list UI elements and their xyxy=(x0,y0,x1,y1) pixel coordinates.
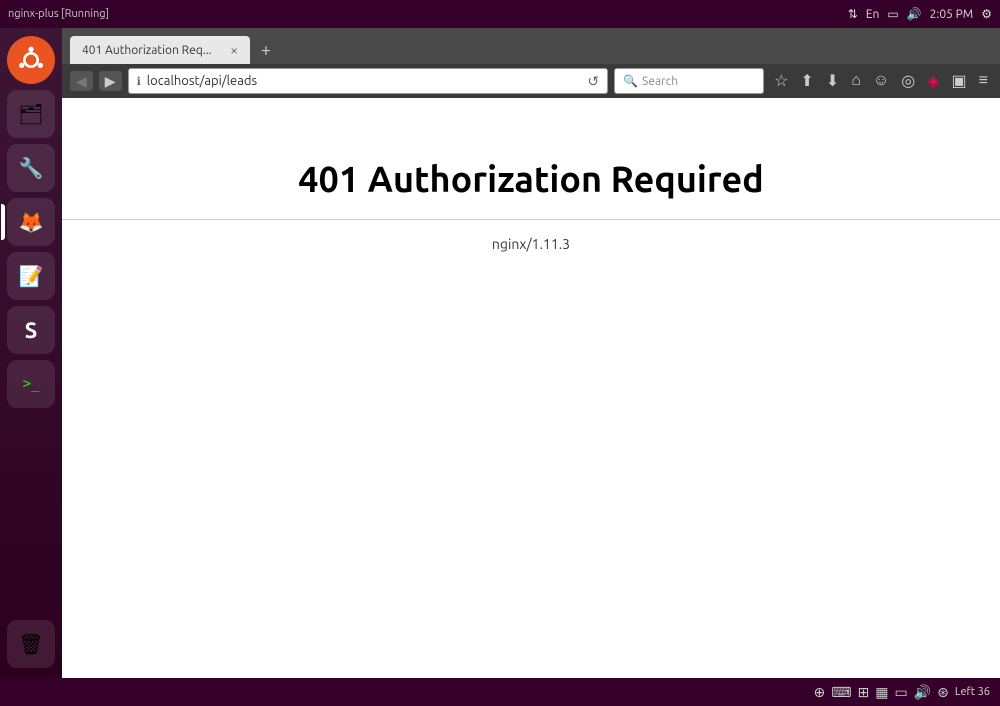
system-tray: ⇅ En ▭ 🔊 2:05 PM ⚙ xyxy=(848,7,992,21)
clock: 2:05 PM xyxy=(930,8,974,21)
trash-icon: 🗑 xyxy=(18,632,43,656)
files-icon: 🗂 xyxy=(18,102,43,126)
bottom-taskbar: ⊕ ⌨ ⊞ ▦ ▭ 🔊 ⊛ Left 36 xyxy=(0,678,1000,706)
share-button[interactable]: ⬆ xyxy=(796,69,817,93)
terminal-icon: >_ xyxy=(23,376,40,392)
settings-icon: ⚙ xyxy=(981,7,992,21)
back-button[interactable]: ◀ xyxy=(70,71,93,91)
new-tab-button[interactable]: + xyxy=(252,36,280,64)
screenshot-button[interactable]: ▣ xyxy=(948,69,971,93)
bottom-right-text: Left 36 xyxy=(955,686,990,698)
sidebar-item-settings[interactable]: 🔧 xyxy=(7,144,55,192)
server-signature: nginx/1.11.3 xyxy=(492,236,570,252)
system-bar: nginx-plus [Running] ⇅ En ▭ 🔊 2:05 PM ⚙ xyxy=(0,0,1000,28)
battery2-icon: ▭ xyxy=(894,684,907,701)
network2-icon: ⊞ xyxy=(858,684,870,701)
page-content: 401 Authorization Required nginx/1.11.3 xyxy=(62,98,1000,678)
settings-icon: 🔧 xyxy=(19,156,44,180)
keyboard-layout: En xyxy=(866,8,880,21)
forward-button[interactable]: ▶ xyxy=(99,71,122,91)
sidebar-item-ubuntu[interactable] xyxy=(7,36,55,84)
window-title: nginx-plus [Running] xyxy=(8,8,109,20)
firefox-icon: 🦊 xyxy=(19,210,44,234)
menu-button[interactable]: ≡ xyxy=(975,70,992,92)
editor-icon: 📝 xyxy=(19,264,44,288)
pocket-button[interactable]: ◎ xyxy=(897,69,919,93)
sidebar-item-editor[interactable]: 📝 xyxy=(7,252,55,300)
volume-icon: 🔊 xyxy=(907,7,922,21)
info-icon: ℹ xyxy=(137,75,141,88)
sound-icon: 🔊 xyxy=(914,684,931,701)
search-bar[interactable]: 🔍 Search xyxy=(614,68,764,94)
shield-icon: ⊛ xyxy=(937,684,949,701)
tab-close-button[interactable]: × xyxy=(230,43,238,57)
sublime-icon: S xyxy=(25,318,38,343)
url-bar[interactable]: ℹ localhost/api/leads ↺ xyxy=(128,68,609,94)
download-button[interactable]: ⬇ xyxy=(822,69,843,93)
browser-window: 401 Authorization Req... × + ◀ ▶ ℹ local… xyxy=(62,28,1000,678)
browser-tab[interactable]: 401 Authorization Req... × xyxy=(70,36,250,64)
home-button[interactable]: ⌂ xyxy=(847,70,865,92)
apps-icon: ▦ xyxy=(875,684,888,701)
sidebar-item-sublime[interactable]: S xyxy=(7,306,55,354)
page-divider xyxy=(62,219,1000,220)
sidebar-item-terminal[interactable]: >_ xyxy=(7,360,55,408)
search-placeholder: Search xyxy=(642,75,678,88)
wifi-icon: ⊕ xyxy=(814,684,826,701)
sidebar-item-trash[interactable]: 🗑 xyxy=(7,620,55,668)
url-text: localhost/api/leads xyxy=(147,74,582,88)
unity-sidebar: 🗂 🔧 🦊 📝 S >_ 🗑 xyxy=(0,28,62,678)
network-icon: ⇅ xyxy=(848,7,858,21)
reload-button[interactable]: ↺ xyxy=(587,73,599,90)
toolbar-icons: ☆ ⬆ ⬇ ⌂ ☺ ◎ ◈ ▣ ≡ xyxy=(770,69,992,93)
bluetooth-icon: ⌨ xyxy=(831,684,851,701)
browser-toolbar: ◀ ▶ ℹ localhost/api/leads ↺ 🔍 Search ☆ ⬆… xyxy=(62,64,1000,98)
sidebar-item-files[interactable]: 🗂 xyxy=(7,90,55,138)
error-heading: 401 Authorization Required xyxy=(298,158,764,199)
sidebar-item-firefox[interactable]: 🦊 xyxy=(7,198,55,246)
tab-bar: 401 Authorization Req... × + xyxy=(62,28,1000,64)
brand-button[interactable]: ◈ xyxy=(923,69,943,93)
tab-title: 401 Authorization Req... xyxy=(82,44,222,57)
battery-icon: ▭ xyxy=(887,7,898,21)
bookmark-button[interactable]: ☆ xyxy=(770,69,792,93)
search-icon: 🔍 xyxy=(623,74,638,88)
smiley-button[interactable]: ☺ xyxy=(869,70,893,92)
